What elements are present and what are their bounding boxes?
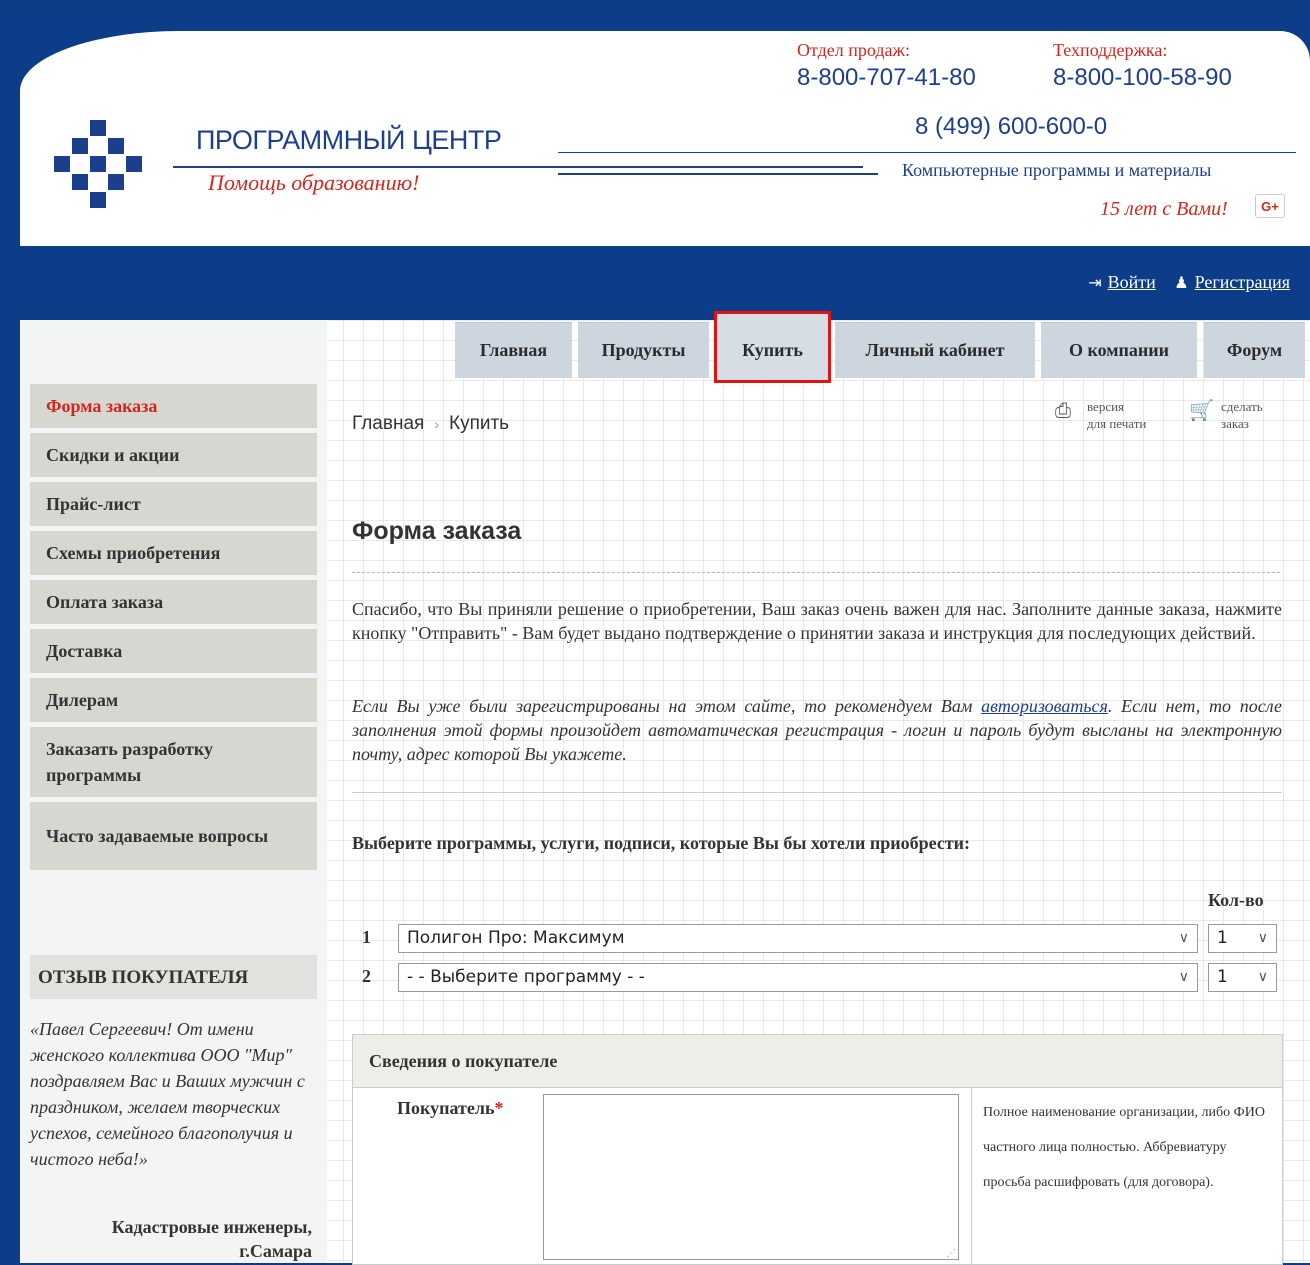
sidebar-item-delivery[interactable]: Доставка — [30, 629, 317, 673]
main-phone: 8 (499) 600-600-0 — [915, 113, 1108, 140]
sidebar-item-order-form[interactable]: Форма заказа — [30, 384, 317, 428]
brand-title: ПРОГРАММНЫЙ ЦЕНТР — [196, 125, 502, 155]
print-label: для печати — [1087, 416, 1147, 431]
tab-buy[interactable]: Купить — [714, 311, 831, 383]
sidebar-item-pricelist[interactable]: Прайс-лист — [30, 482, 317, 526]
sidebar-item-dealers[interactable]: Дилерам — [30, 678, 317, 722]
tab-forum[interactable]: Форум — [1204, 322, 1305, 378]
program-select-value: Полигон Про: Максимум — [407, 928, 625, 948]
breadcrumb: Главная › Купить — [352, 413, 509, 435]
buyer-hint: Полное наименование организации, либо ФИ… — [983, 1105, 1265, 1190]
logo-icon[interactable] — [54, 120, 142, 208]
printer-icon: ⎙ — [1055, 398, 1071, 422]
quantity-select-value: 1 — [1217, 928, 1228, 948]
header-divider — [558, 173, 878, 175]
dashed-divider — [352, 572, 1280, 573]
chevron-down-icon: ∨ — [1257, 930, 1268, 946]
support-label: Техподдержка: — [1053, 40, 1168, 60]
google-plus-button[interactable]: G+ — [1255, 194, 1285, 218]
buyer-info-section: Сведения о покупателе Покупатель* ⋰ Полн… — [352, 1034, 1283, 1265]
login-icon: ⇥ — [1088, 273, 1102, 292]
chevron-down-icon: ∨ — [1178, 930, 1189, 946]
intro-text: Спасибо, что Вы приняли решение о приобр… — [352, 599, 1282, 643]
tagline: Компьютерные программы и материалы — [902, 160, 1212, 180]
tab-cabinet[interactable]: Личный кабинет — [835, 322, 1035, 378]
breadcrumb-home[interactable]: Главная — [352, 413, 424, 434]
sidebar-item-discounts[interactable]: Скидки и акции — [30, 433, 317, 477]
resize-handle-icon[interactable]: ⋰ — [946, 1248, 956, 1259]
breadcrumb-current: Купить — [449, 413, 510, 434]
sidebar-item-payment[interactable]: Оплата заказа — [30, 580, 317, 624]
user-bar: ⇥ Войти ♟ Регистрация — [1074, 272, 1290, 293]
buyer-label-text: Покупатель — [397, 1098, 495, 1118]
chevron-down-icon: ∨ — [1257, 969, 1268, 985]
breadcrumb-separator-icon: › — [434, 416, 439, 432]
registration-note: Если Вы уже были зарегистрированы на это… — [352, 694, 1282, 766]
cart-icon: 🛒 — [1189, 398, 1214, 422]
header-divider — [558, 152, 1296, 153]
make-order-link[interactable]: 🛒 сделать заказ — [1189, 398, 1263, 432]
program-select-heading: Выберите программы, услуги, подписи, кот… — [352, 833, 971, 853]
brand-slogan: Помощь образованию! — [208, 170, 420, 195]
chevron-down-icon: ∨ — [1178, 969, 1189, 985]
tab-products[interactable]: Продукты — [578, 322, 709, 378]
tab-home[interactable]: Главная — [455, 322, 572, 378]
review-author-line: г.Самара — [239, 1241, 312, 1261]
quantity-heading: Кол-во — [1208, 890, 1264, 910]
order-label: сделать — [1221, 399, 1263, 414]
row-number: 1 — [362, 927, 371, 947]
login-link[interactable]: Войти — [1108, 272, 1156, 292]
print-label: версия — [1087, 399, 1125, 414]
sales-label: Отдел продаж: — [797, 40, 910, 60]
quantity-select-value: 1 — [1217, 967, 1228, 987]
program-select[interactable]: Полигон Про: Максимум ∨ — [398, 924, 1198, 953]
years-badge: 15 лет с Вами! — [1100, 198, 1228, 220]
divider — [352, 792, 1282, 793]
buyer-label: Покупатель* — [397, 1098, 503, 1119]
user-icon: ♟ — [1174, 273, 1189, 292]
quantity-select[interactable]: 1 ∨ — [1208, 963, 1277, 992]
order-label: заказ — [1221, 416, 1249, 431]
review-text: «Павел Сергеевич! От имени женского колл… — [30, 1019, 305, 1169]
sales-phone: 8-800-707-41-80 — [797, 64, 976, 91]
buyer-textarea[interactable]: ⋰ — [543, 1094, 959, 1260]
quantity-select[interactable]: 1 ∨ — [1208, 924, 1277, 953]
buyer-info-heading: Сведения о покупателе — [353, 1035, 1282, 1088]
support-phone: 8-800-100-58-90 — [1053, 64, 1232, 91]
divider — [971, 1087, 972, 1264]
row-number: 2 — [362, 966, 371, 986]
sidebar-item-custom-dev[interactable]: Заказать разработку программы — [30, 727, 317, 797]
print-version-link[interactable]: ⎙ версия для печати — [1055, 398, 1147, 432]
header-divider — [173, 166, 863, 168]
sidebar-item-faq[interactable]: Часто задаваемые вопросы — [30, 802, 317, 870]
authorize-link[interactable]: авторизоваться — [981, 696, 1108, 716]
note-text: Если Вы уже были зарегистрированы на это… — [352, 696, 982, 716]
tab-about[interactable]: О компании — [1041, 322, 1197, 378]
required-mark: * — [494, 1098, 504, 1118]
review-heading: ОТЗЫВ ПОКУПАТЕЛЯ — [30, 955, 317, 999]
page-title: Форма заказа — [352, 517, 522, 545]
program-select[interactable]: - - Выберите программу - - ∨ — [398, 963, 1198, 992]
review-author-line: Кадастровые инженеры, — [111, 1217, 312, 1237]
review-author: Кадастровые инженеры, г.Самара — [30, 1215, 312, 1263]
sidebar-item-schemes[interactable]: Схемы приобретения — [30, 531, 317, 575]
register-link[interactable]: Регистрация — [1195, 272, 1290, 292]
program-select-value: - - Выберите программу - - — [407, 967, 645, 987]
